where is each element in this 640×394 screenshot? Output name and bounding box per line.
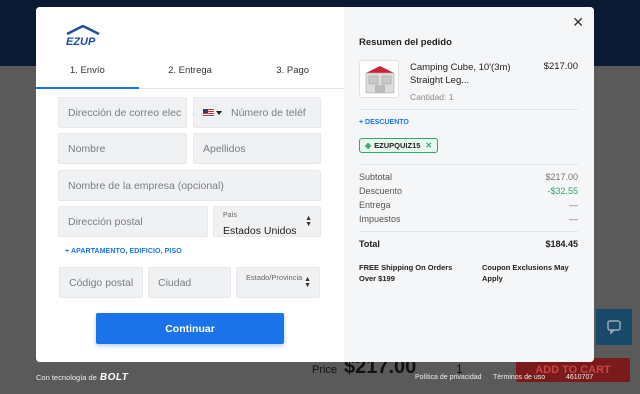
company-field[interactable]: Nombre de la empresa (opcional) [58, 170, 321, 201]
summary-row-delivery: Entrega — [359, 200, 578, 210]
phone-field[interactable]: Número de teléf [193, 97, 321, 128]
summary-row-subtotal: Subtotal $217.00 [359, 172, 578, 182]
chevron-down-icon [216, 110, 222, 115]
ezup-logo: EZUP [63, 24, 103, 52]
country-value: Estados Unidos [223, 225, 297, 237]
email-field[interactable]: Dirección de correo elec [58, 97, 187, 128]
privacy-link[interactable]: Política de privacidad [415, 374, 482, 381]
first-name-field[interactable]: Nombre [58, 133, 187, 164]
select-arrows-icon: ▲ ▼ [304, 275, 311, 289]
state-select[interactable]: Estado/Provincia ▲ ▼ [236, 267, 320, 298]
address-field[interactable]: Dirección postal [58, 206, 208, 237]
close-icon[interactable]: ✕ [572, 15, 584, 29]
free-shipping-note: FREE Shipping On Orders Over $199 [359, 263, 453, 283]
product-quantity: Cantidad: 1 [410, 92, 454, 102]
bolt-logo: BOLT [99, 372, 129, 383]
remove-coupon-icon[interactable]: ✕ [425, 141, 432, 150]
last-name-field[interactable]: Apellidos [193, 133, 321, 164]
divider [359, 231, 578, 232]
divider [359, 164, 578, 165]
tab-entrega[interactable]: 2. Entrega [139, 63, 242, 88]
product-name: Camping Cube, 10'(3m) Straight Leg... [410, 62, 511, 86]
tag-icon: ◈ [365, 141, 372, 150]
tab-envio[interactable]: 1. Envío [36, 63, 139, 89]
add-apartment-link[interactable]: + APARTAMENTO, EDIFICIO, PISO [65, 248, 182, 255]
order-summary-panel: ✕ Resumen del pedido Camping Cube, 10'(3… [344, 7, 594, 362]
background-price-label: Price [312, 364, 338, 376]
summary-row-discount: Descuento -$32.55 [359, 186, 578, 196]
tab-pago[interactable]: 3. Pago [241, 63, 344, 88]
divider [359, 109, 578, 110]
promo-notes: FREE Shipping On Orders Over $199 Coupon… [359, 262, 578, 284]
continue-button[interactable]: Continuar [96, 313, 284, 344]
summary-row-total: Total $184.45 [359, 239, 578, 249]
select-arrows-icon: ▲ ▼ [305, 214, 312, 228]
add-discount-link[interactable]: + DESCUENTO [359, 119, 409, 126]
order-summary-title: Resumen del pedido [359, 37, 452, 48]
chat-icon [596, 309, 632, 345]
coupon-chip: ◈ EZUPQUIZ15 ✕ [359, 138, 439, 153]
postal-code-field[interactable]: Código postal [59, 267, 143, 298]
product-image [359, 60, 399, 98]
country-select[interactable]: País Estados Unidos ▲ ▼ [213, 206, 321, 237]
checkout-steps: 1. Envío 2. Entrega 3. Pago [36, 63, 344, 89]
powered-by: Con tecnología de BOLT [36, 372, 129, 383]
order-id: 4610707 [566, 374, 594, 381]
us-flag-icon [203, 108, 214, 117]
checkout-modal: EZUP 1. Envío 2. Entrega 3. Pago Direcci… [36, 7, 594, 362]
product-price: $217.00 [543, 61, 578, 72]
country-code-selector[interactable] [203, 108, 222, 117]
checkout-form-panel: EZUP 1. Envío 2. Entrega 3. Pago Direcci… [36, 7, 344, 362]
coupon-exclusions-note: Coupon Exclusions May Apply [482, 263, 569, 283]
terms-link[interactable]: Términos de uso [493, 374, 545, 381]
coupon-code: EZUPQUIZ15 [374, 141, 421, 150]
summary-row-taxes: Impuestos — [359, 214, 578, 224]
city-field[interactable]: Ciudad [148, 267, 231, 298]
svg-text:EZUP: EZUP [66, 36, 96, 47]
